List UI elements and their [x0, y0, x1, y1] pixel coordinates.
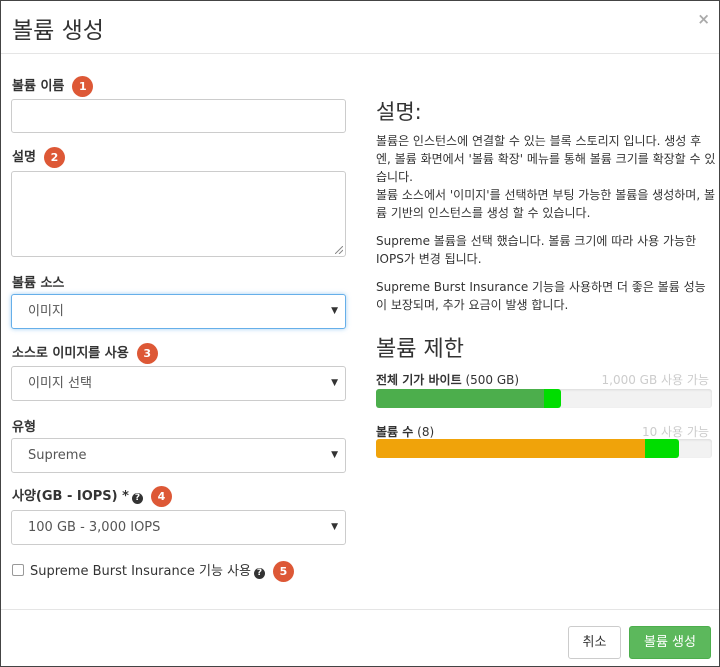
- burst-insurance-checkbox[interactable]: [12, 564, 24, 576]
- image-select-value: 이미지 선택: [28, 376, 92, 391]
- spec-select-value: 100 GB - 3,000 IOPS: [28, 520, 161, 535]
- create-volume-button[interactable]: 볼륨 생성: [629, 626, 711, 659]
- image-select[interactable]: 이미지 선택 ▼: [11, 366, 346, 401]
- volume-source-label: 볼륨 소스: [12, 276, 65, 291]
- dialog-footer-divider: [1, 609, 719, 610]
- create-volume-dialog: 볼륨 생성 × 볼륨 이름 1 설명 2 볼륨 소스 이미지 ▼ 소스로 이미지를 …: [0, 0, 720, 667]
- description-paragraph-4: Supreme Burst Insurance 기능을 사용하면 더 좋은 볼륨…: [376, 280, 706, 312]
- dialog-title: 볼륨 생성: [12, 18, 104, 44]
- volume-source-select[interactable]: 이미지 ▼: [11, 294, 346, 329]
- quota-gb-label: 전체 기가 바이트 (500 GB): [376, 373, 520, 387]
- help-icon[interactable]: ?: [131, 493, 143, 504]
- quota-gb-available: 1,000 GB 사용 가능: [601, 373, 710, 387]
- step-badge-4: 4: [150, 486, 172, 507]
- volume-name-label: 볼륨 이름 1: [12, 75, 94, 97]
- burst-insurance-row: Supreme Burst Insurance 기능 사용? 5: [12, 560, 294, 582]
- dialog-header: 볼륨 생성 ×: [1, 1, 719, 54]
- description-heading: 설명:: [376, 100, 422, 124]
- quota-gb-used-fill: [376, 389, 544, 408]
- limits-heading: 볼륨 제한: [376, 337, 464, 362]
- description-label: 설명 2: [12, 146, 65, 168]
- spec-label: 사양(GB - IOPS) *? 4: [12, 485, 172, 507]
- description-paragraph-2: 볼륨 소스에서 '이미지'를 선택하면 부팅 가능한 볼륨을 생성하며, 볼륨 …: [376, 188, 716, 220]
- close-icon[interactable]: ×: [697, 10, 710, 28]
- step-badge-3: 3: [136, 343, 158, 364]
- description-paragraph-3: Supreme 볼륨을 선택 했습니다. 볼륨 크기에 따라 사용 가능한 IO…: [376, 234, 697, 266]
- type-select-value: Supreme: [28, 448, 87, 463]
- quota-gb-bar: [376, 389, 712, 408]
- description-textarea[interactable]: [11, 171, 346, 257]
- quota-count-added-fill: [645, 439, 679, 458]
- cancel-button[interactable]: 취소: [568, 626, 621, 659]
- quota-gb-added-fill: [544, 389, 561, 408]
- volume-name-input[interactable]: [11, 99, 346, 133]
- type-label: 유형: [12, 420, 36, 435]
- chevron-down-icon: ▼: [331, 306, 338, 316]
- quota-count-available: 10 사용 가능: [641, 425, 709, 439]
- burst-insurance-label[interactable]: Supreme Burst Insurance 기능 사용: [30, 564, 251, 579]
- step-badge-1: 1: [72, 76, 94, 97]
- step-badge-2: 2: [43, 147, 65, 168]
- use-image-label: 소스로 이미지를 사용 3: [12, 342, 158, 364]
- quota-count-used-fill: [376, 439, 645, 458]
- volume-source-value: 이미지: [28, 304, 64, 319]
- chevron-down-icon: ▼: [331, 378, 338, 388]
- spec-select[interactable]: 100 GB - 3,000 IOPS ▼: [11, 510, 346, 545]
- resize-handle-icon[interactable]: [335, 246, 343, 254]
- quota-count-bar: [376, 439, 712, 458]
- type-select[interactable]: Supreme ▼: [11, 438, 346, 473]
- quota-count-label: 볼륨 수 (8): [376, 425, 435, 439]
- help-icon[interactable]: ?: [254, 568, 265, 579]
- description-paragraph-1: 볼륨은 인스턴스에 연결할 수 있는 블록 스토리지 입니다. 생성 후엔, 볼…: [376, 134, 716, 184]
- chevron-down-icon: ▼: [331, 522, 338, 532]
- chevron-down-icon: ▼: [331, 450, 338, 460]
- step-badge-5: 5: [273, 561, 294, 582]
